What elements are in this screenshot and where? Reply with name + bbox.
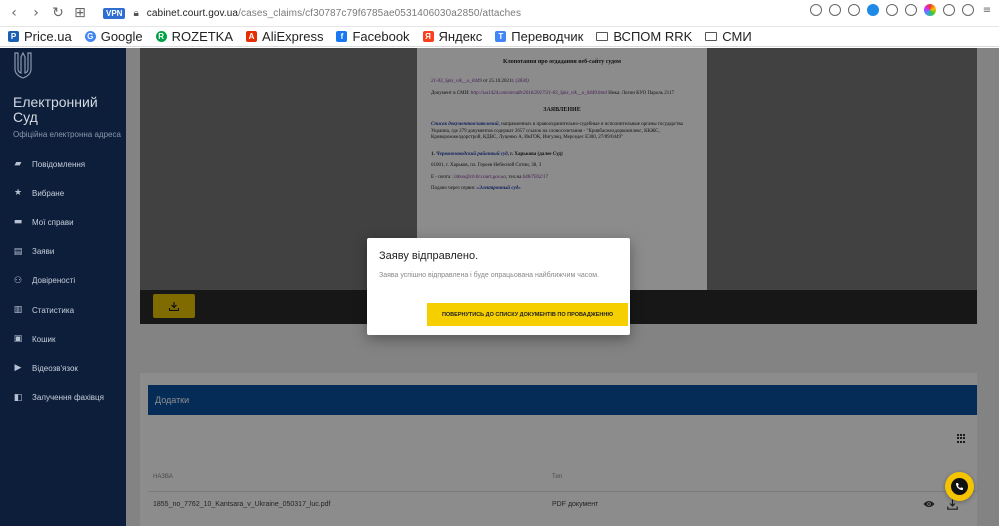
sidebar-item-label: Довіреності — [32, 276, 76, 286]
sidebar-item-label: Вибране — [32, 188, 65, 198]
bookmark-label: Price.ua — [24, 29, 72, 44]
app-subtitle: Офіційна електронна адреса — [13, 130, 121, 139]
message-icon: ▰ — [14, 159, 22, 169]
star-icon: ★ — [13, 188, 23, 199]
document-icon: ▤ — [13, 246, 23, 257]
dialog-title: Заяву відправлено. — [379, 250, 479, 262]
bookmark-item[interactable]: G Google — [84, 29, 143, 44]
bookmark-item[interactable]: T Переводчик — [495, 29, 583, 44]
extensions-icon[interactable] — [962, 4, 974, 16]
sidebar-item-label: Відеозв'язок — [32, 363, 78, 373]
bookmark-label: Яндекс — [438, 29, 483, 44]
url-domain: cabinet.court.gov.ua — [146, 7, 239, 19]
trash-icon: ▣ — [13, 334, 23, 345]
bookmark-item[interactable]: f Facebook — [336, 29, 410, 44]
dialog-message: Заява успішно відправлена і буде опрацьо… — [379, 272, 599, 279]
color-wheel-icon[interactable] — [924, 4, 936, 16]
facebook-icon: f — [336, 31, 348, 42]
bookmark-item[interactable]: P Price.ua — [8, 29, 72, 44]
yandex-icon: Я — [422, 31, 434, 42]
bookmark-item[interactable]: R ROZETKA — [155, 29, 234, 44]
return-to-documents-button[interactable]: ПОВЕРНУТИСЬ ДО СПИСКУ ДОКУМЕНТІВ ПО ПРОВ… — [427, 303, 628, 326]
folder-icon: ▬ — [13, 217, 23, 228]
sidebar-item-2[interactable]: ★ Вибране — [13, 188, 64, 198]
specialist-icon: ◧ — [13, 392, 23, 403]
sidebar-item-label: Кошик — [32, 334, 56, 344]
sidebar-item-label: Заяви — [32, 247, 55, 257]
lock-icon[interactable]: 🔒︎ — [133, 8, 138, 19]
sidebar-item-8[interactable]: ▶ Відеозв'язок — [13, 363, 78, 373]
bookmark-item[interactable]: СМИ — [705, 29, 752, 44]
box-icon[interactable] — [943, 4, 955, 16]
bookmark-item[interactable]: Я Яндекс — [422, 29, 483, 44]
google-icon: G — [84, 31, 96, 42]
trident-logo-icon — [14, 51, 32, 79]
address-bar[interactable]: cabinet.court.gov.ua/cases_claims/cf3078… — [147, 8, 521, 19]
phone-icon — [951, 478, 968, 495]
sidebar-item-label: Залучення фахівця — [32, 393, 104, 403]
price-ua-icon: P — [8, 31, 19, 42]
sidebar-item-6[interactable]: ▥ Статистика — [13, 305, 74, 315]
success-dialog: Заяву відправлено. Заява успішно відправ… — [367, 238, 630, 335]
people-icon: ⚇ — [13, 275, 23, 286]
url-path: /cases_claims/cf30787c79f6785ae053140603… — [238, 7, 522, 19]
sidebar-item-9[interactable]: ◧ Залучення фахівця — [13, 393, 104, 403]
bookmark-label: ROZETKA — [171, 29, 234, 44]
extension-area: ≡ — [810, 4, 993, 16]
bookmark-label: Facebook — [352, 29, 410, 44]
browser-toolbar: ‹ › ↻ ⊞ VPN 🔒︎ cabinet.court.gov.ua/case… — [0, 0, 999, 27]
sidebar-item-3[interactable]: ▬ Мої справи — [13, 217, 74, 227]
sidebar-item-1[interactable]: ▰ Повідомлення — [13, 159, 86, 169]
sidebar-item-5[interactable]: ⚇ Довіреності — [13, 276, 75, 286]
bookmark-item[interactable]: A AliExpress — [246, 29, 323, 44]
back-icon[interactable]: ‹ — [3, 2, 25, 24]
bookmarks-bar: P Price.ua G Google R ROZETKA A AliExpress f Face… — [0, 27, 999, 47]
folder-icon — [596, 32, 609, 41]
heart-icon[interactable] — [905, 4, 917, 16]
forward-icon[interactable]: › — [25, 2, 47, 24]
search-icon[interactable] — [810, 4, 822, 16]
bookmark-label: Google — [100, 29, 143, 44]
shield-icon[interactable] — [867, 4, 879, 16]
chart-icon: ▥ — [13, 305, 23, 315]
sidebar: Електронний Суд Офіційна електронна адре… — [0, 48, 126, 526]
camera-icon[interactable] — [848, 4, 860, 16]
call-support-button[interactable] — [945, 472, 974, 501]
bookmark-label: AliExpress — [262, 29, 324, 44]
bookmark-item[interactable]: ВСПОМ RRK — [596, 29, 692, 44]
sidebar-item-4[interactable]: ▤ Заяви — [13, 246, 55, 257]
apps-grid-icon[interactable]: ⊞ — [69, 2, 91, 24]
edit-icon[interactable] — [829, 4, 841, 16]
rozetka-icon: R — [155, 31, 167, 42]
vpn-badge[interactable]: VPN — [103, 7, 126, 19]
reload-icon[interactable]: ↻ — [47, 2, 69, 24]
aliexpress-icon: A — [246, 31, 258, 42]
folder-icon — [705, 32, 718, 41]
bookmark-label: СМИ — [722, 29, 752, 44]
sidebar-item-7[interactable]: ▣ Кошик — [13, 334, 56, 344]
sidebar-item-label: Мої справи — [32, 217, 74, 227]
bookmark-label: ВСПОМ RRK — [613, 29, 693, 44]
sidebar-item-label: Статистика — [32, 305, 75, 315]
menu-dots-icon[interactable]: ≡ — [981, 4, 993, 16]
app-title: Електронний Суд — [13, 94, 98, 125]
translator-icon: T — [495, 31, 507, 42]
play-icon[interactable] — [886, 4, 898, 16]
video-icon: ▶ — [14, 363, 22, 374]
sidebar-item-label: Повідомлення — [32, 159, 86, 169]
bookmark-label: Переводчик — [511, 29, 584, 44]
